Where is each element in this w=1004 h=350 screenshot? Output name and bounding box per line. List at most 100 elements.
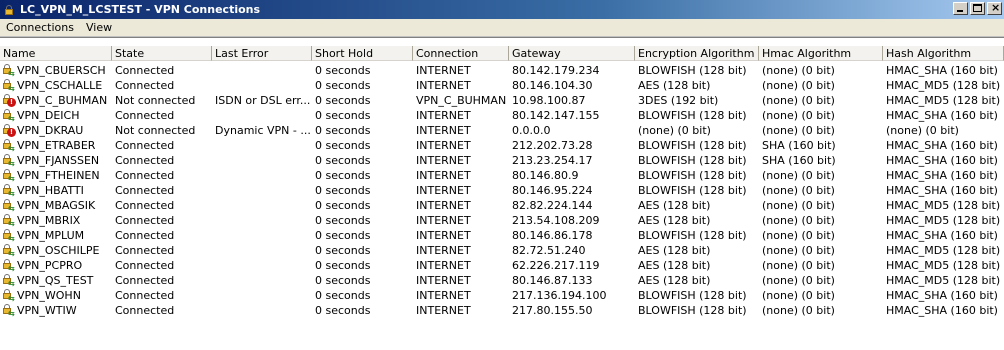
cell-short-hold: 0 seconds (315, 259, 371, 272)
cell-name: VPN_MBRIX (0, 213, 112, 228)
table-row[interactable]: ! VPN_C_BUHMAN Not connected ISDN or DSL er… (0, 93, 1004, 108)
cell-encryption: BLOWFISH (128 bit) (638, 229, 747, 242)
table-row[interactable]: ⇆ VPN_QS_TEST Connected 0 seconds INTERNET 80… (0, 273, 1004, 288)
cell-name: VPN_MBAGSIK (0, 198, 112, 213)
cell-hash: HMAC_MD5 (128 bit) (886, 79, 1001, 92)
cell-short-hold: 0 seconds (315, 214, 371, 227)
column-header-name[interactable]: Name (0, 46, 112, 61)
title-bar[interactable]: LC_VPN_M_LCSTEST - VPN Connections × (0, 0, 1004, 19)
maximize-icon (973, 4, 982, 12)
menu-connections[interactable]: Connections (0, 19, 80, 36)
table-row[interactable]: ⇆ VPN_WTIW Connected 0 seconds INTERNET 217.8… (0, 303, 1004, 318)
cell-last-error (212, 108, 312, 123)
cell-name: VPN_OSCHILPE (0, 243, 112, 258)
column-header-hash[interactable]: Hash Algorithm (883, 46, 1004, 61)
column-header-gateway[interactable]: Gateway (509, 46, 635, 61)
cell-gateway: 212.202.73.28 (512, 139, 593, 152)
lock-icon (4, 4, 16, 16)
cell-hmac: (none) (0 bit) (762, 109, 835, 122)
table-row[interactable]: ⇆ VPN_MBAGSIK Connected 0 seconds INTERNET 82… (0, 198, 1004, 213)
column-header-connection[interactable]: Connection (413, 46, 509, 61)
cell-last-error (212, 258, 312, 273)
table-row[interactable]: ⇆ VPN_OSCHILPE Connected 0 seconds INTERNET 8… (0, 243, 1004, 258)
cell-encryption: BLOWFISH (128 bit) (638, 109, 747, 122)
cell-last-error (212, 153, 312, 168)
cell-short-hold: 0 seconds (315, 289, 371, 302)
cell-gateway: 80.146.80.9 (512, 169, 579, 182)
row-name-label: VPN_FJANSSEN (17, 154, 100, 167)
cell-last-error (212, 183, 312, 198)
row-name-label: VPN_MBRIX (17, 214, 81, 227)
cell-short-hold: 0 seconds (315, 304, 371, 317)
cell-encryption: AES (128 bit) (638, 199, 711, 212)
cell-connection: INTERNET (416, 199, 471, 212)
cell-connection: INTERNET (416, 79, 471, 92)
cell-short-hold: 0 seconds (315, 229, 371, 242)
cell-connection: INTERNET (416, 64, 471, 77)
table-row[interactable]: ⇆ VPN_FJANSSEN Connected 0 seconds INTERNET 2… (0, 153, 1004, 168)
cell-encryption: AES (128 bit) (638, 259, 711, 272)
table-row[interactable]: ⇆ VPN_MBRIX Connected 0 seconds INTERNET 213.… (0, 213, 1004, 228)
cell-gateway: 80.146.86.178 (512, 229, 593, 242)
cell-short-hold: 0 seconds (315, 274, 371, 287)
table-row[interactable]: ⇆ VPN_HBATTI Connected 0 seconds INTERNET 80.… (0, 183, 1004, 198)
cell-connection: INTERNET (416, 214, 471, 227)
cell-short-hold: 0 seconds (315, 124, 371, 137)
cell-state: Connected (115, 109, 175, 122)
menu-bar: Connections View (0, 19, 1004, 37)
cell-name: VPN_QS_TEST (0, 273, 112, 288)
cell-state: Connected (115, 64, 175, 77)
cell-gateway: 80.142.179.234 (512, 64, 600, 77)
table-row[interactable]: ⇆ VPN_MPLUM Connected 0 seconds INTERNET 80.1… (0, 228, 1004, 243)
table-row[interactable]: ⇆ VPN_CSCHALLE Connected 0 seconds INTERNET 8… (0, 78, 1004, 93)
row-name-label: VPN_HBATTI (17, 184, 84, 197)
cell-state: Not connected (115, 124, 196, 137)
cell-encryption: BLOWFISH (128 bit) (638, 154, 747, 167)
table-row[interactable]: ! VPN_DKRAU Not connected Dynamic VPN - ...… (0, 123, 1004, 138)
column-header-hmac[interactable]: Hmac Algorithm (759, 46, 883, 61)
cell-last-error (212, 63, 312, 78)
maximize-button[interactable] (970, 2, 985, 15)
close-icon: × (991, 1, 1001, 14)
cell-last-error (212, 198, 312, 213)
cell-hash: HMAC_SHA (160 bit) (886, 229, 998, 242)
cell-last-error (212, 228, 312, 243)
window-title: LC_VPN_M_LCSTEST - VPN Connections (20, 3, 261, 16)
cell-state: Connected (115, 229, 175, 242)
cell-hash: HMAC_MD5 (128 bit) (886, 199, 1001, 212)
cell-name: VPN_C_BUHMAN (0, 93, 112, 108)
table-row[interactable]: ⇆ VPN_CBUERSCH Connected 0 seconds INTERNET 8… (0, 63, 1004, 78)
cell-last-error: ISDN or DSL err... (215, 94, 311, 107)
minimize-button[interactable] (953, 2, 968, 15)
cell-hmac: SHA (160 bit) (762, 154, 836, 167)
column-header-last-error[interactable]: Last Error (212, 46, 312, 61)
table-row[interactable]: ⇆ VPN_ETRABER Connected 0 seconds INTERNET 21… (0, 138, 1004, 153)
cell-last-error (212, 273, 312, 288)
row-name-label: VPN_DEICH (17, 109, 80, 122)
cell-encryption: 3DES (192 bit) (638, 94, 719, 107)
cell-hmac: (none) (0 bit) (762, 259, 835, 272)
table-row[interactable]: ⇆ VPN_FTHEINEN Connected 0 seconds INTERNET 8… (0, 168, 1004, 183)
cell-state: Connected (115, 289, 175, 302)
cell-last-error (212, 168, 312, 183)
column-header-encryption[interactable]: Encryption Algorithm (635, 46, 759, 61)
row-name-label: VPN_ETRABER (17, 139, 96, 152)
cell-gateway: 80.146.87.133 (512, 274, 593, 287)
column-header-state[interactable]: State (112, 46, 212, 61)
table-row[interactable]: ⇆ VPN_WOHN Connected 0 seconds INTERNET 217.1… (0, 288, 1004, 303)
table-row[interactable]: ⇆ VPN_PCPRO Connected 0 seconds INTERNET 62.2… (0, 258, 1004, 273)
cell-encryption: BLOWFISH (128 bit) (638, 139, 747, 152)
menu-view[interactable]: View (80, 19, 118, 36)
cell-state: Connected (115, 79, 175, 92)
table-row[interactable]: ⇆ VPN_DEICH Connected 0 seconds INTERNET 80.1… (0, 108, 1004, 123)
row-name-label: VPN_WTIW (17, 304, 77, 317)
column-header-short-hold[interactable]: Short Hold (312, 46, 413, 61)
cell-gateway: 0.0.0.0 (512, 124, 551, 137)
cell-connection: INTERNET (416, 289, 471, 302)
close-button[interactable]: × (987, 2, 1002, 15)
row-name-label: VPN_OSCHILPE (17, 244, 100, 257)
cell-name: VPN_FJANSSEN (0, 153, 112, 168)
cell-hmac: (none) (0 bit) (762, 169, 835, 182)
cell-state: Connected (115, 214, 175, 227)
cell-hash: HMAC_SHA (160 bit) (886, 304, 998, 317)
